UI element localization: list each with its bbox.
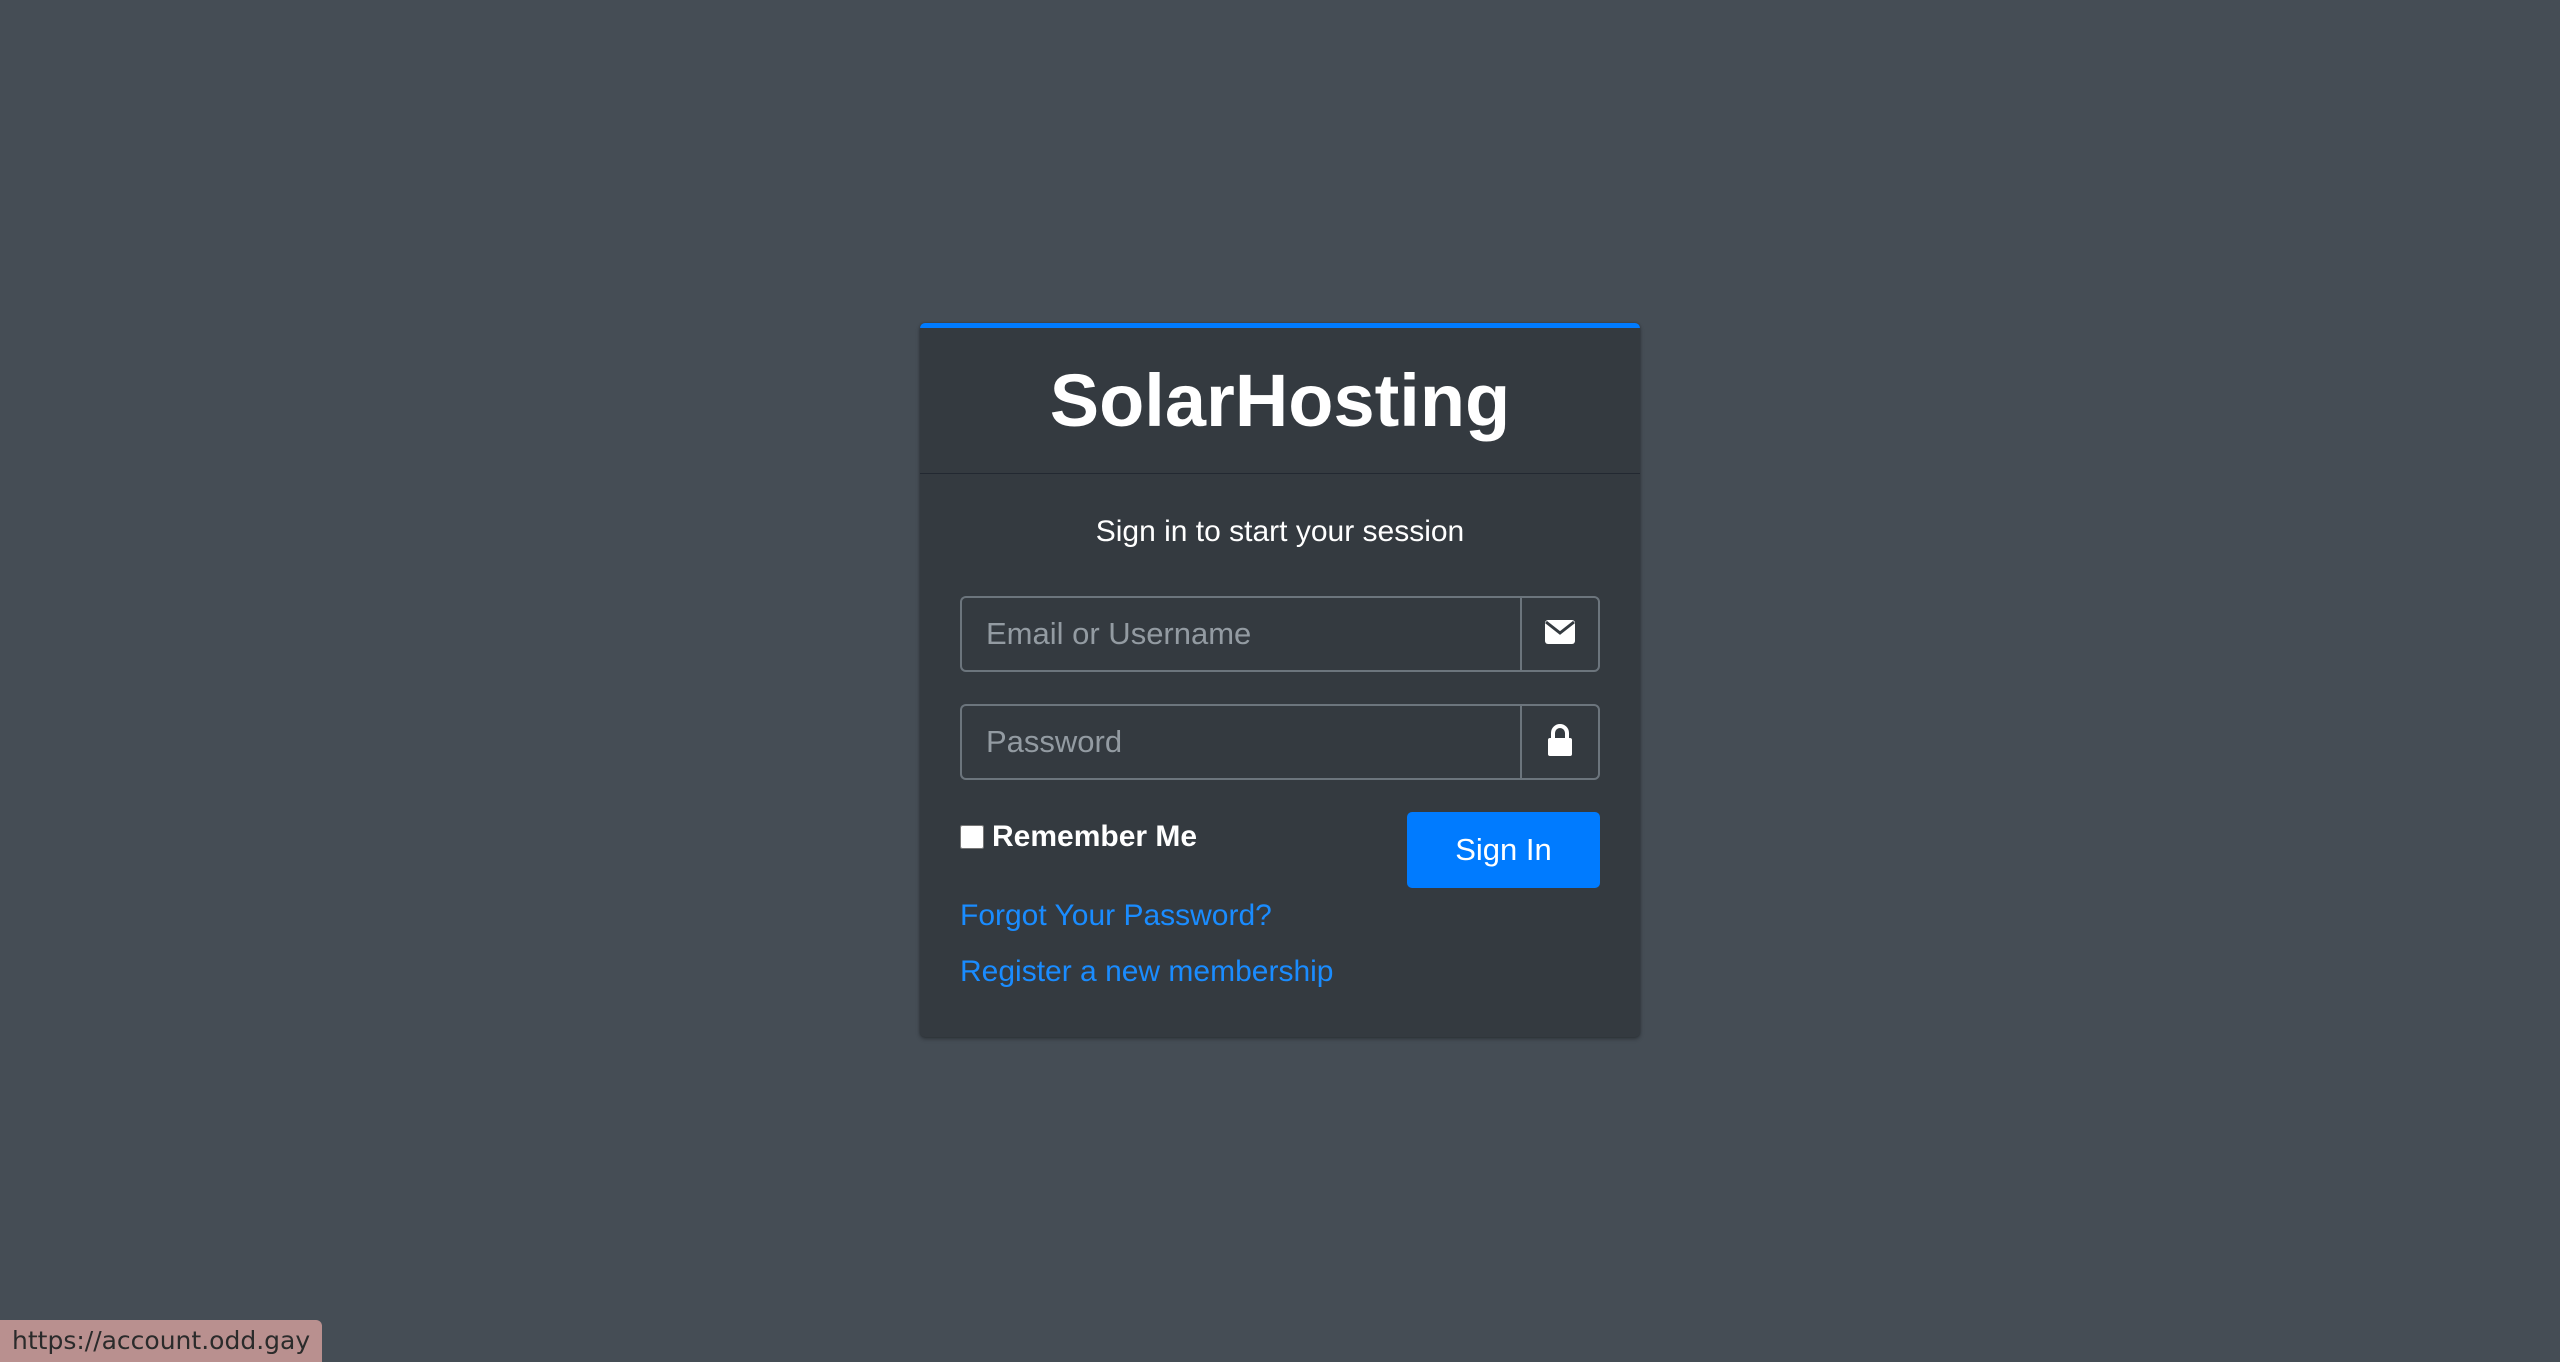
forgot-password-link[interactable]: Forgot Your Password?: [960, 898, 1600, 934]
card-header: SolarHosting: [920, 328, 1640, 474]
actions-row: Remember Me Sign In: [960, 812, 1600, 888]
envelope-icon: [1545, 619, 1575, 649]
status-bar-url: https://account.odd.gay: [0, 1320, 323, 1362]
card-body: Sign in to start your session Email or U…: [920, 474, 1640, 990]
register-link[interactable]: Register a new membership: [960, 954, 1600, 990]
password-input-group: [960, 704, 1600, 780]
email-field[interactable]: [960, 596, 1520, 672]
brand-title[interactable]: SolarHosting: [1050, 358, 1510, 443]
email-input-group: [960, 596, 1600, 672]
login-message: Sign in to start your session: [1095, 515, 1465, 548]
email-addon: [1520, 596, 1600, 672]
lock-icon: [1547, 723, 1573, 761]
password-field[interactable]: [960, 704, 1520, 780]
login-card: SolarHosting Sign in to start your sessi…: [920, 323, 1640, 1037]
signin-button[interactable]: Sign In: [1407, 812, 1600, 888]
remember-me[interactable]: Remember Me: [960, 820, 1197, 854]
remember-label: Remember Me: [992, 820, 1198, 853]
remember-checkbox[interactable]: [960, 825, 984, 849]
login-page: SolarHosting Sign in to start your sessi…: [0, 0, 2560, 1362]
password-addon: [1520, 704, 1600, 780]
